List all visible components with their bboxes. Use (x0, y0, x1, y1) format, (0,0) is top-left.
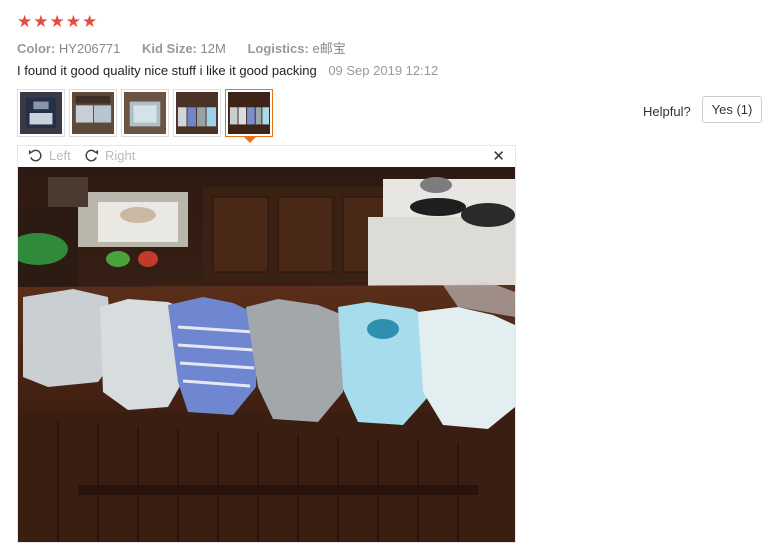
rotate-right-button[interactable]: Right (84, 148, 135, 163)
review-text: I found it good quality nice stuff i lik… (17, 63, 317, 78)
star-icon: ★ (49, 12, 65, 32)
logistics-value: e邮宝 (312, 41, 346, 56)
review-thumbnail[interactable] (69, 89, 117, 137)
product-attributes: Color: HY206771 Kid Size: 12M Logistics:… (17, 38, 364, 57)
star-icon: ★ (33, 12, 49, 32)
review-thumbnail[interactable] (17, 89, 65, 137)
kid-size-value: 12M (200, 41, 226, 56)
color-value: HY206771 (58, 41, 121, 56)
helpful-label: Helpful? (643, 104, 691, 119)
active-thumbnail-pointer (244, 137, 256, 143)
review-thumbnail[interactable] (121, 89, 169, 137)
thumbnail-image (20, 92, 62, 134)
thumbnail-image (72, 92, 114, 134)
star-icon: ★ (82, 12, 98, 32)
rotate-left-icon (28, 149, 42, 162)
review-photo (18, 167, 515, 542)
image-viewer: Left Right ✕ (17, 145, 516, 543)
helpful-yes-button[interactable]: Yes (1) (702, 96, 762, 123)
review-thumbnails (17, 89, 273, 143)
thumbnail-image (228, 92, 270, 134)
review-thumbnail[interactable] (173, 89, 221, 137)
kid-size-label: Kid Size: (141, 41, 197, 56)
review-thumbnail-active[interactable] (225, 89, 273, 143)
logistics-label: Logistics: (247, 41, 309, 56)
thumbnail-image (124, 92, 166, 134)
star-icon: ★ (65, 12, 81, 32)
review-body: I found it good quality nice stuff i lik… (17, 63, 438, 78)
star-rating: ★ ★ ★ ★ ★ (17, 13, 97, 31)
star-icon: ★ (17, 12, 33, 32)
review-date: 09 Sep 2019 12:12 (328, 63, 439, 78)
color-label: Color: (17, 41, 56, 56)
rotate-right-label: Right (105, 148, 136, 163)
viewer-toolbar: Left Right ✕ (18, 146, 515, 167)
close-icon[interactable]: ✕ (492, 147, 505, 165)
rotate-left-label: Left (49, 148, 71, 163)
rotate-right-icon (85, 149, 99, 162)
rotate-left-button[interactable]: Left (28, 148, 71, 163)
thumbnail-image (176, 92, 218, 134)
